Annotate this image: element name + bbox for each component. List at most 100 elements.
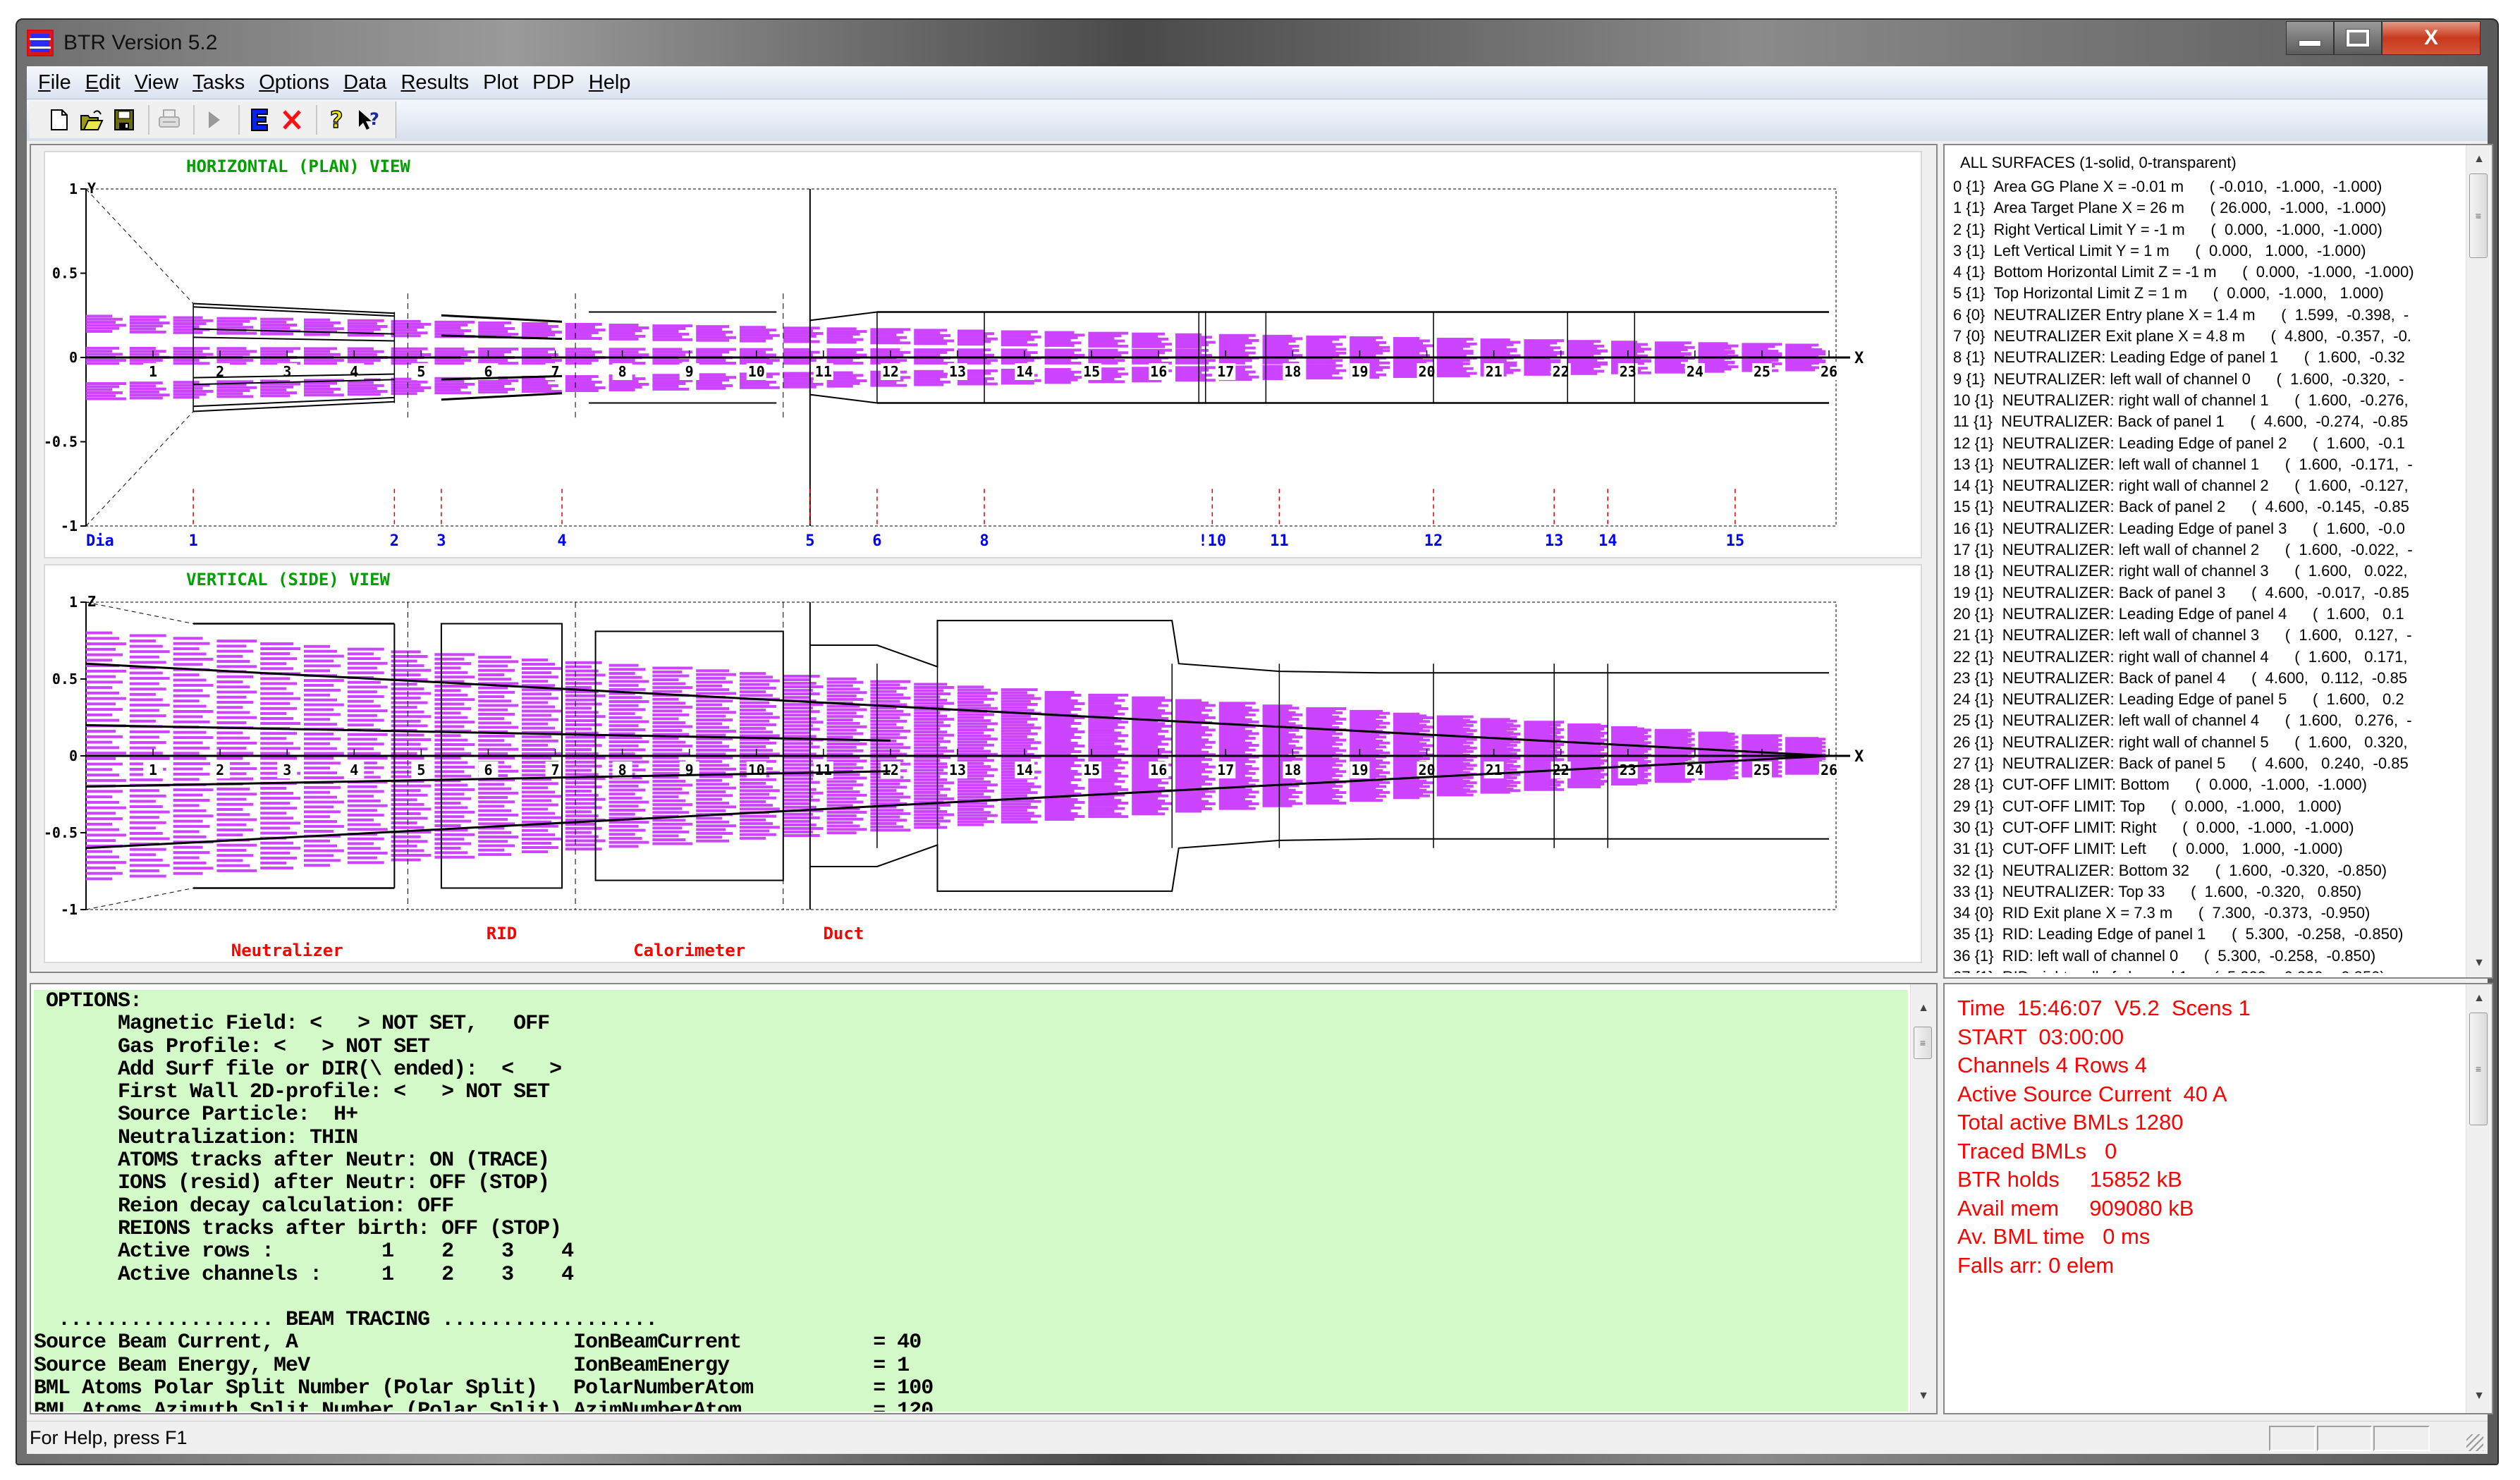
surface-list-item[interactable]: 24 {1} NEUTRALIZER: Leading Edge of pane…: [1953, 689, 2461, 710]
menu-tasks[interactable]: Tasks: [185, 71, 252, 94]
surface-list-item[interactable]: 12 {1} NEUTRALIZER: Leading Edge of pane…: [1953, 433, 2461, 454]
menu-results[interactable]: Results: [393, 71, 476, 94]
surface-list-item[interactable]: 35 {1} RID: Leading Edge of panel 1 ( 5.…: [1953, 924, 2461, 945]
surface-list-item[interactable]: 31 {1} CUT-OFF LIMIT: Left ( 0.000, 1.00…: [1953, 838, 2461, 860]
scroll-thumb[interactable]: ≡: [2469, 1013, 2488, 1125]
beam-track-segment: [173, 642, 210, 645]
beam-track-segment: [260, 722, 301, 726]
surface-list-item[interactable]: 27 {1} NEUTRALIZER: Back of panel 5 ( 4.…: [1953, 753, 2461, 774]
surface-list-item[interactable]: 33 {1} NEUTRALIZER: Top 33 ( 1.600, -0.3…: [1953, 881, 2461, 903]
vertical-side-view-frame[interactable]: VERTICAL (SIDE) VIEW Z 1 0.5 0 -0.5 -1 X 1 2 3 4 5 6 7…: [44, 564, 1922, 963]
surface-list-item[interactable]: 1 {1} Area Target Plane X = 26 m ( 26.00…: [1953, 197, 2461, 219]
surface-list-item[interactable]: 2 {1} Right Vertical Limit Y = -1 m ( 0.…: [1953, 219, 2461, 240]
x-tick-label: 14: [1016, 363, 1033, 380]
beam-track-segment: [608, 684, 639, 687]
surface-list-item[interactable]: 13 {1} NEUTRALIZER: left wall of channel…: [1953, 454, 2461, 475]
beam-track-segment: [1175, 338, 1206, 341]
e-button[interactable]: [245, 106, 274, 134]
run-button[interactable]: [200, 106, 228, 134]
menu-file[interactable]: File: [31, 71, 78, 94]
surface-list-item[interactable]: 37 {1} RID: right wall of channel 1 ( 5.…: [1953, 967, 2461, 973]
surface-list-item[interactable]: 16 {1} NEUTRALIZER: Leading Edge of pane…: [1953, 518, 2461, 539]
beam-track-segment: [1350, 338, 1376, 342]
menu-help[interactable]: Help: [582, 71, 638, 94]
beam-track-segment: [391, 826, 424, 829]
surface-list-item[interactable]: 19 {1} NEUTRALIZER: Back of panel 3 ( 4.…: [1953, 582, 2461, 604]
beam-track-segment: [522, 697, 558, 700]
surface-list-item[interactable]: 9 {1} NEUTRALIZER: left wall of channel …: [1953, 369, 2461, 390]
scroll-up-arrow-icon[interactable]: ▲: [1911, 996, 1936, 1021]
menu-edit[interactable]: Edit: [78, 71, 128, 94]
surface-list-item[interactable]: 11 {1} NEUTRALIZER: Back of panel 1 ( 4.…: [1953, 411, 2461, 432]
scroll-down-arrow-icon[interactable]: ▼: [2466, 950, 2492, 976]
surface-list-item[interactable]: 6 {0} NEUTRALIZER Entry plane X = 1.4 m …: [1953, 305, 2461, 326]
scroll-up-arrow-icon[interactable]: ▲: [2466, 147, 2492, 172]
beam-track-segment: [173, 730, 207, 734]
options-text[interactable]: OPTIONS: Magnetic Field: < > NOT SET, OF…: [34, 990, 1908, 1412]
help-button[interactable]: ?: [323, 106, 351, 134]
beam-track-segment: [434, 716, 468, 719]
surface-list-item[interactable]: 29 {1} CUT-OFF LIMIT: Top ( 0.000, -1.00…: [1953, 796, 2461, 817]
menu-options[interactable]: Options: [252, 71, 336, 94]
surface-list-item[interactable]: 8 {1} NEUTRALIZER: Leading Edge of panel…: [1953, 347, 2461, 368]
resize-grip-icon[interactable]: [2466, 1434, 2483, 1451]
scroll-down-arrow-icon[interactable]: ▼: [2466, 1383, 2492, 1409]
save-button[interactable]: [110, 106, 138, 134]
surface-list-item[interactable]: 18 {1} NEUTRALIZER: right wall of channe…: [1953, 561, 2461, 582]
horizontal-plan-view-frame[interactable]: HORIZONTAL (PLAN) VIEW Y 1 0.5 0 -0.5 -1 X 1 2 3 4 5…: [44, 151, 1922, 558]
scroll-up-arrow-icon[interactable]: ▲: [2466, 986, 2492, 1011]
beam-track-segment: [173, 386, 203, 390]
beam-track-segment: [522, 384, 558, 388]
beam-track-segment: [347, 856, 377, 860]
beam-track-segment: [260, 812, 287, 815]
open-button[interactable]: [78, 106, 106, 134]
surface-list-item[interactable]: 20 {1} NEUTRALIZER: Leading Edge of pane…: [1953, 604, 2461, 625]
surface-list-item[interactable]: 23 {1} NEUTRALIZER: Back of panel 4 ( 4.…: [1953, 668, 2461, 689]
surface-list-item[interactable]: 5 {1} Top Horizontal Limit Z = 1 m ( 0.0…: [1953, 283, 2461, 304]
menu-view[interactable]: View: [128, 71, 185, 94]
surface-list-item[interactable]: 0 {1} Area GG Plane X = -0.01 m ( -0.010…: [1953, 176, 2461, 197]
surface-list-item[interactable]: 21 {1} NEUTRALIZER: left wall of channel…: [1953, 625, 2461, 646]
beam-track-segment: [391, 853, 432, 857]
surfaces-scrollbar[interactable]: ▲ ≡ ▼: [2466, 145, 2492, 977]
maximize-button[interactable]: [2334, 21, 2382, 55]
surface-list-item[interactable]: 28 {1} CUT-OFF LIMIT: Bottom ( 0.000, -1…: [1953, 774, 2461, 795]
x-tick-label: 20: [1418, 363, 1435, 380]
surface-list-item[interactable]: 17 {1} NEUTRALIZER: left wall of channel…: [1953, 539, 2461, 561]
beam-track-segment: [1088, 731, 1122, 735]
surface-list-item[interactable]: 34 {0} RID Exit plane X = 7.3 m ( 7.300,…: [1953, 903, 2461, 924]
surface-list-item[interactable]: 32 {1} NEUTRALIZER: Bottom 32 ( 1.600, -…: [1953, 860, 2461, 881]
minimize-button[interactable]: [2286, 21, 2334, 55]
menu-pdp[interactable]: PDP: [525, 71, 582, 94]
surface-list-item[interactable]: 26 {1} NEUTRALIZER: right wall of channe…: [1953, 732, 2461, 753]
menu-data[interactable]: Data: [336, 71, 393, 94]
surface-list-item[interactable]: 15 {1} NEUTRALIZER: Back of panel 2 ( 4.…: [1953, 496, 2461, 518]
beam-track-segment: [914, 375, 948, 379]
surface-list-item[interactable]: 25 {1} NEUTRALIZER: left wall of channel…: [1953, 710, 2461, 731]
beam-track-segment: [522, 799, 552, 802]
surface-list-item[interactable]: 7 {0} NEUTRALIZER Exit plane X = 4.8 m (…: [1953, 326, 2461, 347]
surface-list-item[interactable]: 4 {1} Bottom Horizontal Limit Z = -1 m (…: [1953, 262, 2461, 283]
surface-list-item[interactable]: 14 {1} NEUTRALIZER: right wall of channe…: [1953, 475, 2461, 496]
new-button[interactable]: [45, 106, 73, 134]
menu-plot[interactable]: Plot: [476, 71, 525, 94]
surface-list-item[interactable]: 30 {1} CUT-OFF LIMIT: Right ( 0.000, -1.…: [1953, 817, 2461, 838]
surface-list-item[interactable]: 22 {1} NEUTRALIZER: right wall of channe…: [1953, 647, 2461, 668]
surfaces-list[interactable]: 0 {1} Area GG Plane X = -0.01 m ( -0.010…: [1953, 176, 2461, 973]
options-scrollbar[interactable]: ▲ ≡ ▼: [1910, 984, 1936, 1413]
print-button[interactable]: [155, 106, 183, 134]
title-bar[interactable]: BTR Version 5.2 X: [17, 20, 2497, 66]
stop-button[interactable]: [278, 106, 306, 134]
status-scrollbar[interactable]: ▲ ≡ ▼: [2466, 984, 2492, 1413]
surface-list-item[interactable]: 3 {1} Left Vertical Limit Y = 1 m ( 0.00…: [1953, 240, 2461, 262]
scroll-down-arrow-icon[interactable]: ▼: [1911, 1383, 1936, 1409]
beam-track-segment: [1088, 699, 1125, 702]
beam-track-segment: [826, 381, 860, 385]
scroll-thumb[interactable]: ≡: [2469, 173, 2488, 258]
context-help-button[interactable]: ?: [355, 106, 384, 134]
surface-list-item[interactable]: 10 {1} NEUTRALIZER: right wall of channe…: [1953, 390, 2461, 411]
beam-track-segment: [129, 682, 159, 685]
scroll-thumb[interactable]: ≡: [1914, 1027, 1932, 1059]
surface-list-item[interactable]: 36 {1} RID: left wall of channel 0 ( 5.3…: [1953, 946, 2461, 967]
close-button[interactable]: X: [2382, 21, 2481, 55]
